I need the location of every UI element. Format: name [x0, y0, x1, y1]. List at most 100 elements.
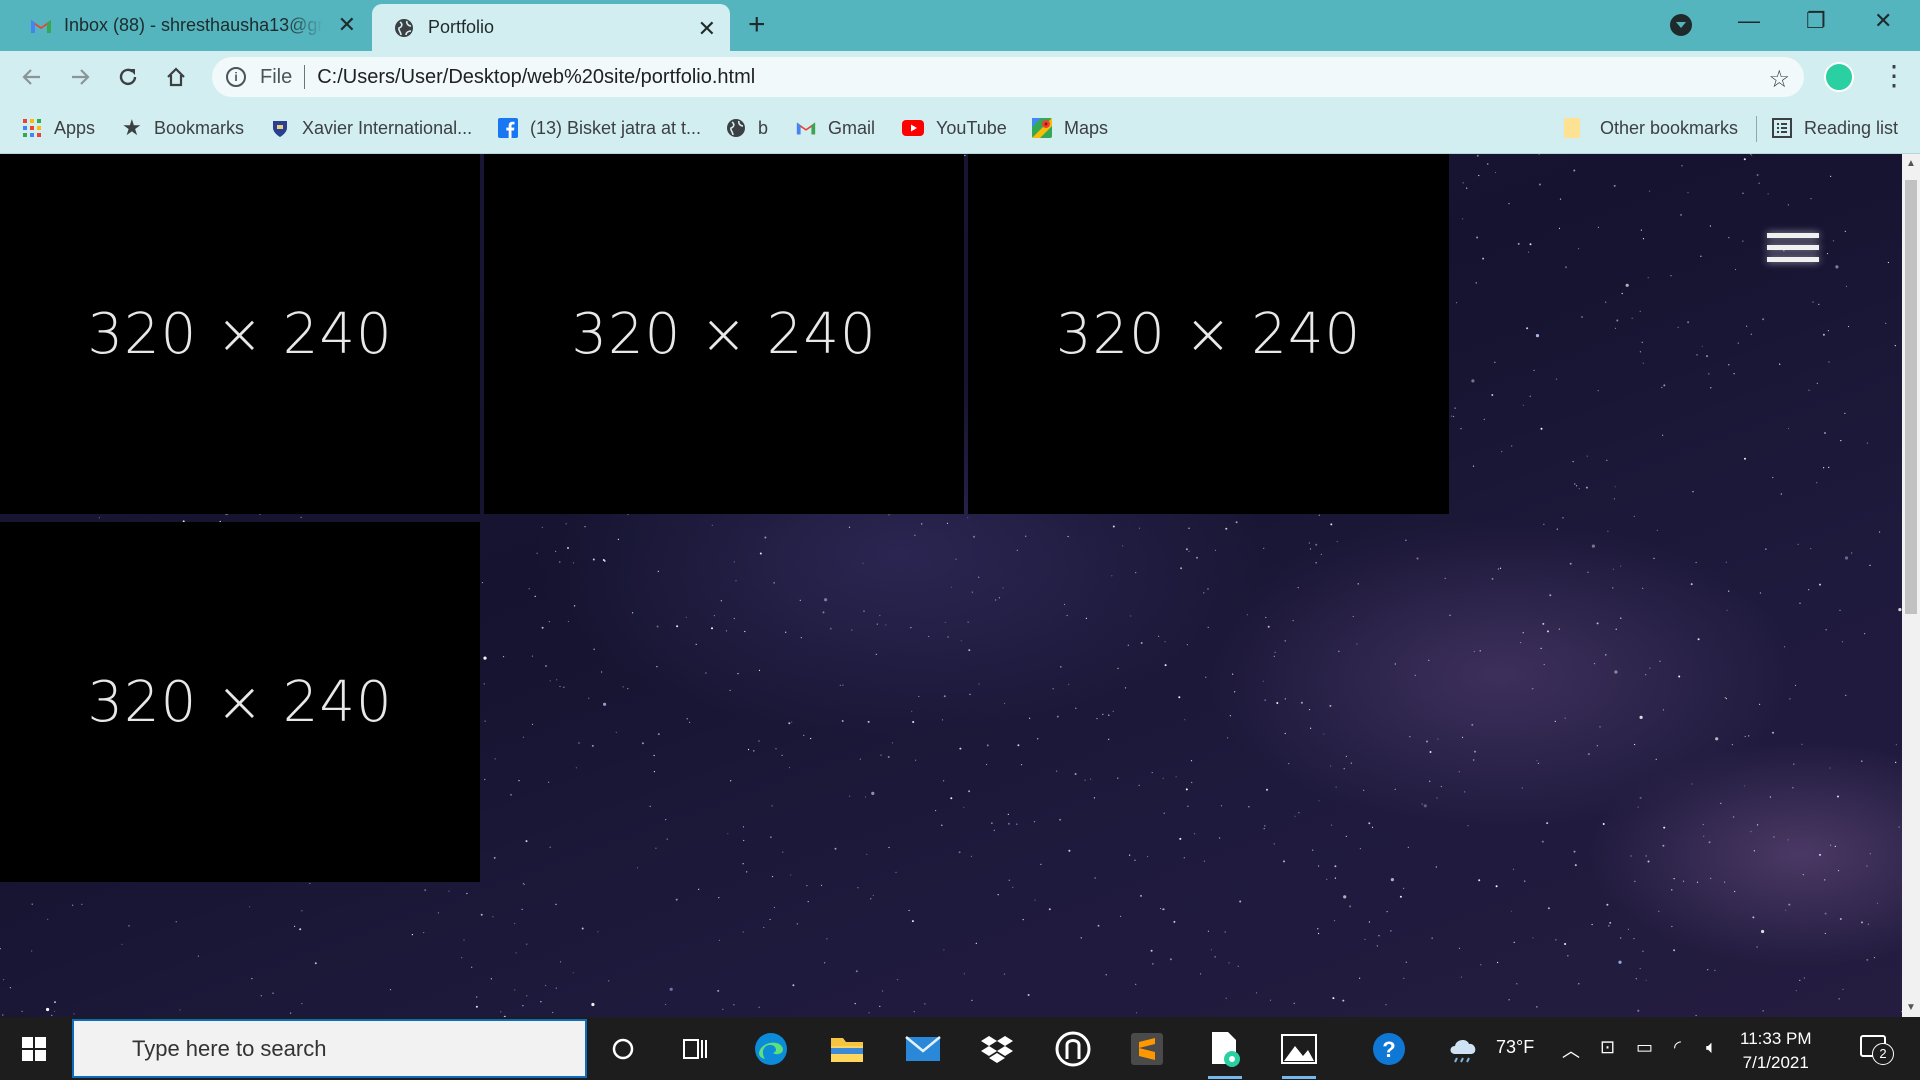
close-tab-icon[interactable]: ✕ [338, 12, 356, 38]
bookmark-label: b [758, 117, 769, 138]
omnibox-divider [304, 65, 306, 89]
bookmark-label: Gmail [828, 117, 876, 138]
minimize-icon[interactable]: — [1738, 8, 1760, 34]
close-tab-icon[interactable]: ✕ [698, 16, 716, 42]
weather-temperature[interactable]: 73°F [1496, 1037, 1534, 1058]
scroll-up-icon[interactable]: ▲ [1906, 158, 1916, 169]
reading-list-label: Reading list [1804, 117, 1899, 138]
dropbox-icon[interactable] [978, 1031, 1016, 1067]
clock-time: 11:33 PM [1740, 1029, 1812, 1048]
tab-search-icon[interactable] [1670, 14, 1692, 36]
bookmark-xavier[interactable]: Xavier International... [270, 115, 472, 141]
bookmarks-divider [1756, 116, 1757, 142]
cortana-icon[interactable] [604, 1031, 642, 1067]
hamburger-menu-icon[interactable] [1767, 233, 1819, 273]
portfolio-image-placeholder[interactable]: 320 × 240 [0, 154, 480, 514]
back-arrow-icon [22, 69, 40, 85]
portfolio-image-placeholder[interactable]: 320 × 240 [484, 154, 964, 514]
youtube-icon [902, 120, 924, 136]
bookmark-label: Xavier International... [302, 117, 473, 138]
bookmark-bookmarks[interactable]: ★ Bookmarks [122, 115, 244, 141]
notification-center-icon[interactable]: 2 [1860, 1035, 1894, 1065]
file-explorer-icon[interactable] [828, 1031, 866, 1067]
portfolio-image-placeholder[interactable]: 320 × 240 [0, 522, 480, 882]
bookmark-star-icon[interactable]: ☆ [1768, 65, 1790, 94]
bookmark-label: (13) Bisket jatra at t... [530, 117, 702, 138]
folder-icon [1564, 118, 1580, 138]
portfolio-page: 320 × 240 320 × 240 320 × 240 320 × 240 [0, 154, 1902, 1017]
home-button[interactable] [160, 61, 192, 93]
app-circle-icon[interactable] [1054, 1031, 1092, 1067]
browser-menu-icon[interactable]: ⋮ [1880, 61, 1908, 91]
chrome-file-icon[interactable] [1206, 1031, 1244, 1079]
reload-icon [119, 68, 137, 86]
reload-button[interactable] [112, 61, 144, 93]
notification-count: 2 [1872, 1043, 1894, 1065]
edge-browser-icon[interactable] [752, 1031, 790, 1067]
globe-icon [727, 119, 745, 137]
bookmark-label: Bookmarks [154, 117, 245, 138]
bookmark-label: YouTube [936, 117, 1007, 138]
bookmarks-bar: Apps ★ Bookmarks Xavier International...… [0, 103, 1920, 154]
wifi-icon[interactable]: ◜ [1674, 1037, 1681, 1058]
show-hidden-icons-icon[interactable]: ︿ [1562, 1037, 1580, 1063]
bookmark-label: Maps [1064, 117, 1109, 138]
windows-start-icon[interactable] [22, 1037, 46, 1061]
taskbar-search-box[interactable]: Type here to search [72, 1019, 587, 1078]
sublime-text-icon[interactable] [1128, 1031, 1166, 1067]
apps-grid-icon [23, 119, 41, 137]
tab-title: Inbox (88) - shresthausha13@gmail.com [64, 15, 324, 35]
svg-text:?: ? [1382, 1037, 1395, 1062]
star-icon: ★ [122, 115, 142, 140]
scroll-down-icon[interactable]: ▼ [1906, 1002, 1916, 1013]
system-clock[interactable]: 11:33 PM 7/1/2021 [1740, 1027, 1812, 1075]
windows-taskbar: Type here to search ? 73°F ︿ ⊡ ▭ ◜ 🔈︎ 11… [0, 1017, 1920, 1080]
tab-title: Portfolio [428, 17, 495, 37]
other-bookmarks-label: Other bookmarks [1600, 117, 1739, 138]
restore-icon[interactable]: ❐ [1806, 8, 1826, 34]
facebook-icon [498, 118, 518, 138]
device-icon[interactable]: ⊡ [1600, 1037, 1615, 1058]
bookmark-gmail[interactable]: Gmail [796, 115, 875, 141]
new-tab-button[interactable]: + [748, 10, 766, 40]
back-button[interactable] [16, 61, 48, 93]
url-scheme-label: File [260, 65, 293, 88]
help-icon[interactable]: ? [1370, 1031, 1408, 1067]
volume-icon[interactable]: 🔈︎ [1706, 1037, 1717, 1058]
forward-button[interactable] [64, 61, 96, 93]
reading-list-icon [1772, 118, 1792, 138]
gmail-favicon-icon [31, 19, 51, 33]
mail-icon[interactable] [904, 1031, 942, 1067]
browser-toolbar: i File C:/Users/User/Desktop/web%20site/… [0, 51, 1920, 103]
reading-list[interactable]: Reading list [1772, 115, 1898, 141]
battery-icon[interactable]: ▭ [1636, 1037, 1653, 1058]
gmail-icon [796, 122, 816, 135]
bookmark-label: Apps [54, 117, 96, 138]
maps-icon [1032, 118, 1052, 138]
home-icon [167, 67, 185, 87]
site-info-icon[interactable]: i [226, 67, 246, 87]
portfolio-image-placeholder[interactable]: 320 × 240 [968, 154, 1449, 514]
address-bar[interactable]: i File C:/Users/User/Desktop/web%20site/… [212, 57, 1804, 97]
task-view-icon[interactable] [676, 1031, 714, 1067]
bookmark-maps[interactable]: Maps [1032, 115, 1108, 141]
tab-portfolio[interactable]: Portfolio ✕ [372, 4, 730, 51]
bookmark-youtube[interactable]: YouTube [902, 115, 1007, 141]
search-placeholder: Type here to search [132, 1035, 327, 1061]
other-bookmarks[interactable]: Other bookmarks [1564, 115, 1738, 141]
tab-strip: Inbox (88) - shresthausha13@gmail.com ✕ … [0, 0, 1920, 51]
bookmark-facebook[interactable]: (13) Bisket jatra at t... [498, 115, 701, 141]
tab-gmail-inbox[interactable]: Inbox (88) - shresthausha13@gmail.com ✕ [8, 0, 370, 51]
page-scrollbar[interactable]: ▲ ▼ [1902, 154, 1920, 1017]
weather-icon[interactable] [1446, 1031, 1484, 1067]
scrollbar-thumb[interactable] [1905, 180, 1917, 614]
profile-avatar[interactable] [1824, 62, 1854, 92]
clock-date: 7/1/2021 [1742, 1053, 1809, 1072]
forward-arrow-icon [72, 69, 90, 85]
bookmark-apps[interactable]: Apps [22, 115, 95, 141]
window-close-icon[interactable]: ✕ [1874, 8, 1892, 34]
school-crest-icon [273, 121, 287, 137]
photos-icon[interactable] [1280, 1031, 1318, 1079]
url-text[interactable]: C:/Users/User/Desktop/web%20site/portfol… [317, 66, 755, 89]
bookmark-b[interactable]: b [726, 115, 768, 141]
